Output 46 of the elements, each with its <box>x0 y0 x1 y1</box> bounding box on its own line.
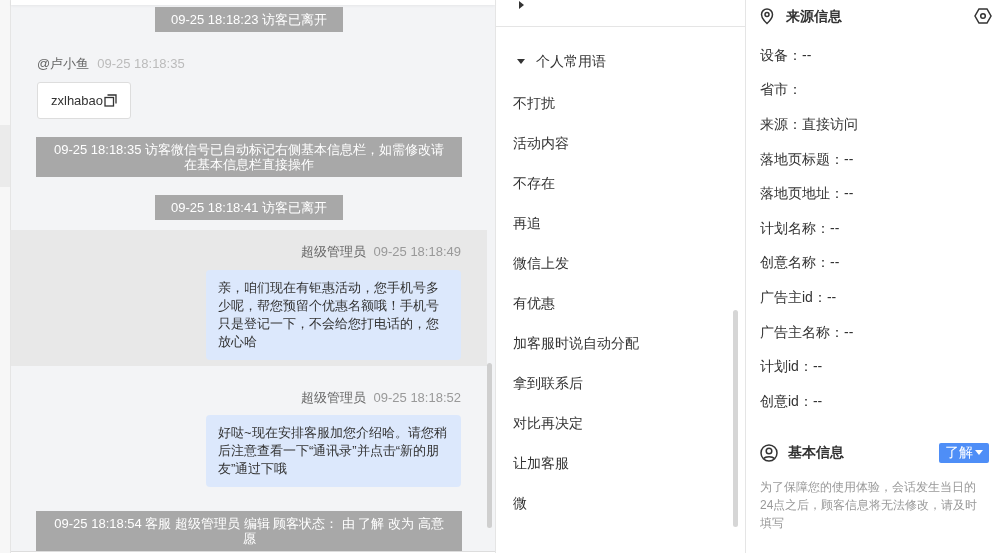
sender-name: @卢小鱼 <box>37 55 90 73</box>
system-notice: 09-25 18:18:23 访客已离开 <box>154 7 344 32</box>
settings-icon[interactable] <box>974 8 992 24</box>
info-field: 省市： <box>760 79 802 101</box>
sender-name: 超级管理员 <box>300 243 366 261</box>
user-circle-icon <box>760 443 778 462</box>
phrase-item[interactable]: 不打扰 <box>513 83 733 123</box>
phrase-item[interactable]: 不存在 <box>513 163 733 203</box>
phrase-item[interactable]: 微信上发 <box>513 243 733 283</box>
system-notice: 09-25 18:18:41 访客已离开 <box>154 195 344 220</box>
info-field: 来源：直接访问 <box>760 114 858 135</box>
system-notice: 09-25 18:18:54 客服 超级管理员 编辑 顾客状态： 由 了解 改为 高意愿 <box>36 511 462 551</box>
section-title: 来源信息 <box>786 6 842 26</box>
section-title: 基本信息 <box>788 443 844 463</box>
message-text: zxlhabao <box>51 91 104 110</box>
phrase-item[interactable]: 加客服时说自动分配 <box>513 323 733 363</box>
info-field: 落地页标题：-- <box>760 148 854 170</box>
info-field: 广告主id：-- <box>760 286 837 308</box>
info-field: 广告主名称：-- <box>760 321 854 343</box>
phrase-item[interactable]: 拿到联系后 <box>513 363 733 403</box>
info-field: 计划id：-- <box>760 356 823 378</box>
location-pin-icon <box>760 7 774 25</box>
caret-icon <box>975 450 983 456</box>
phrase-item[interactable]: 微 <box>513 483 733 523</box>
info-field: 落地页地址：-- <box>760 183 854 205</box>
sender-name: 超级管理员 <box>300 388 366 407</box>
info-field: 设备：-- <box>760 44 812 66</box>
phrase-item[interactable]: 再追 <box>513 203 733 243</box>
system-notice: 09-25 18:18:35 访客微信号已自动标记右侧基本信息栏，如需修改请在基本信息栏直接操作 <box>36 137 462 177</box>
info-field: 创意名称：-- <box>760 252 840 274</box>
message-time: 09-25 18:18:35 <box>97 55 185 73</box>
scrollbar-thumb[interactable] <box>733 310 738 527</box>
notice-text: 为了保障您的使用体验，会话发生当日的24点之后，顾客信息将无法修改，请及时填写 <box>760 478 979 532</box>
group-title[interactable]: 个人常用语 <box>536 50 606 72</box>
info-field: 计划名称：-- <box>760 217 840 239</box>
message-bubble: 亲，咱们现在有钜惠活动，您手机号多少呢，帮您预留个优惠名额哦！手机号只是登记一下，不会给您打电话的，您放心哈 <box>206 269 461 360</box>
scrollbar-thumb[interactable] <box>487 363 492 528</box>
phrase-item[interactable]: 活动内容 <box>513 123 733 163</box>
message-time: 09-25 18:18:52 <box>373 388 461 407</box>
message-time: 09-25 18:18:49 <box>373 243 461 261</box>
message-bubble: 好哒~现在安排客服加您介绍哈。请您稍后注意查看一下“通讯录”并点击“新的朋友”通过下哦 <box>206 415 461 487</box>
info-field: 创意id：-- <box>760 390 823 412</box>
phrase-item[interactable]: 有优惠 <box>513 283 733 323</box>
copy-icon[interactable] <box>104 93 118 107</box>
phrase-item[interactable]: 让加客服 <box>513 443 733 483</box>
phrase-item[interactable]: 对比再决定 <box>513 403 733 443</box>
